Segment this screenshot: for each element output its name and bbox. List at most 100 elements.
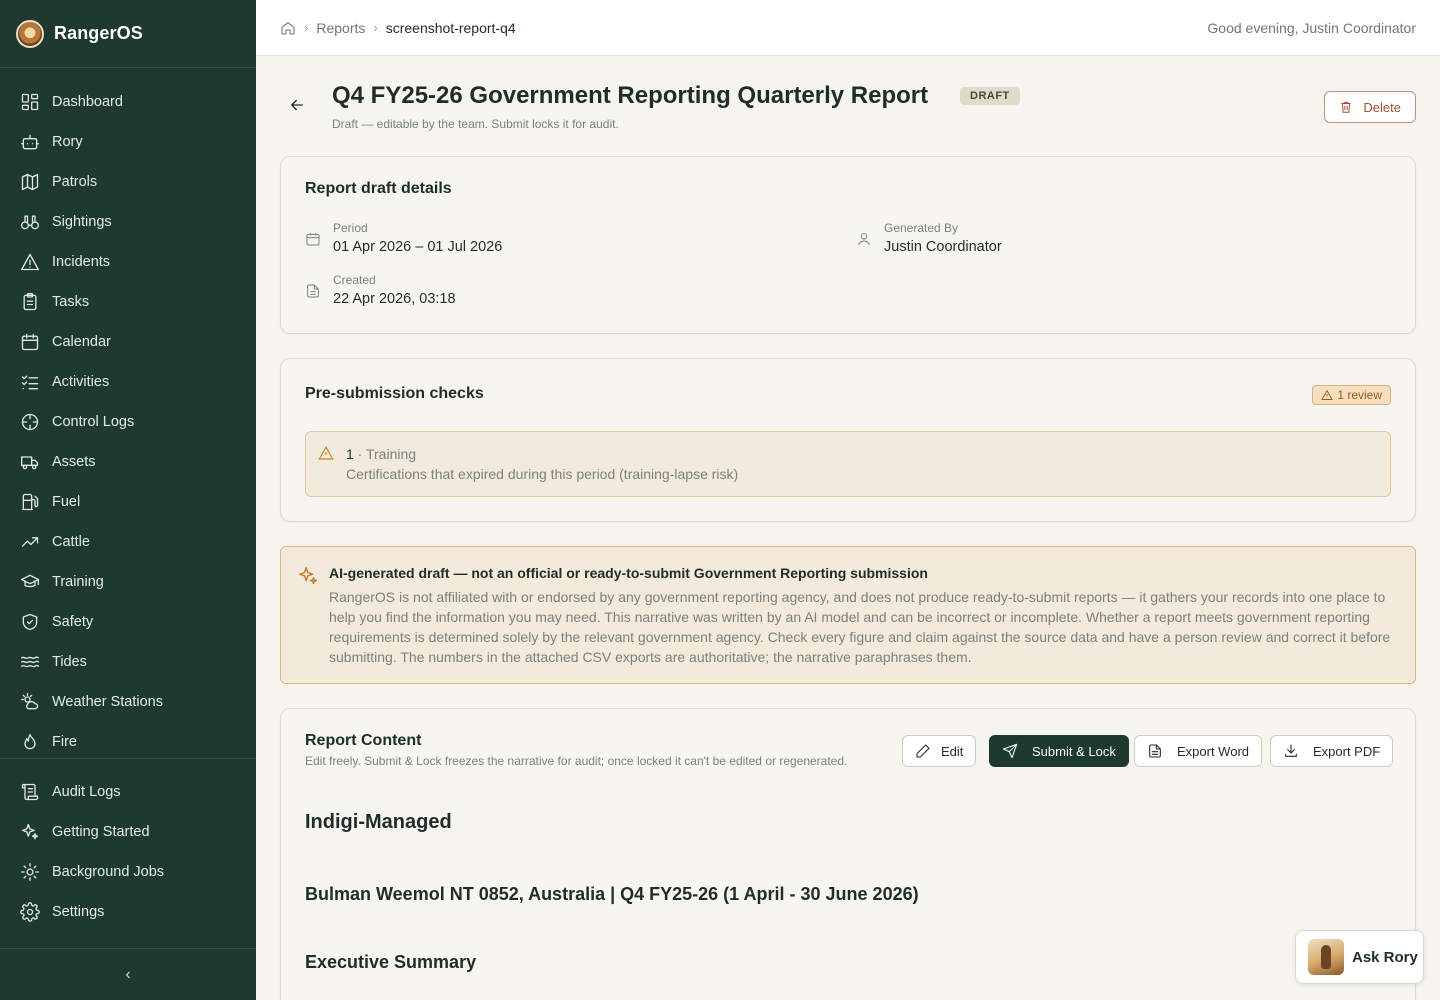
- calendar-icon: [21, 333, 39, 351]
- brand[interactable]: RangerOS: [0, 0, 256, 68]
- sidebar-item-rory[interactable]: Rory: [0, 122, 256, 162]
- ai-disclaimer-banner: AI-generated draft — not an official or …: [280, 546, 1416, 684]
- check-item-category: · Training: [353, 446, 417, 462]
- sidebar-item-label: Getting Started: [52, 824, 150, 840]
- breadcrumb: › Reports › screenshot-report-q4: [280, 20, 516, 36]
- sidebar-item-tasks[interactable]: Tasks: [0, 282, 256, 322]
- export-word-button[interactable]: Export Word: [1134, 735, 1263, 767]
- file-text-icon: [1149, 744, 1161, 758]
- period-label: Period: [333, 221, 368, 235]
- truck-icon: [21, 456, 39, 470]
- user-icon: [858, 233, 870, 246]
- created-label: Created: [333, 273, 376, 287]
- chevron-right-icon: ›: [373, 20, 378, 35]
- calendar-icon: [306, 233, 320, 246]
- content-title: Report Content: [305, 732, 422, 749]
- created-value: 22 Apr 2026, 03:18: [333, 291, 456, 307]
- home-icon[interactable]: [280, 20, 296, 36]
- sidebar-item-safety[interactable]: Safety: [0, 602, 256, 642]
- chevron-left-icon: ‹: [125, 965, 131, 983]
- sidebar-nav: Dashboard Rory Patrols Sightings Inciden…: [0, 68, 256, 762]
- sidebar-item-tides[interactable]: Tides: [0, 642, 256, 682]
- breadcrumb-current: screenshot-report-q4: [385, 19, 516, 36]
- sidebar-item-assets[interactable]: Assets: [0, 442, 256, 482]
- sidebar-item-fuel[interactable]: Fuel: [0, 482, 256, 522]
- period-field: Period 01 Apr 2026 – 01 Jul 2026: [305, 221, 502, 255]
- ai-disclaimer-body: RangerOS is not affiliated with or endor…: [329, 589, 1391, 665]
- sidebar-item-dashboard[interactable]: Dashboard: [0, 82, 256, 122]
- flame-icon: [24, 733, 36, 750]
- sidebar-collapse-button[interactable]: ‹: [0, 948, 256, 1000]
- sidebar-item-label: Weather Stations: [52, 694, 163, 710]
- page-header: Q4 FY25-26 Government Reporting Quarterl…: [280, 56, 1416, 156]
- sidebar-item-label: Training: [52, 574, 104, 590]
- waves-icon: [21, 656, 39, 668]
- sidebar-item-label: Tides: [52, 654, 87, 670]
- greeting: Good evening, Justin Coordinator: [1207, 19, 1416, 36]
- export-word-button-label: Export Word: [1177, 743, 1250, 759]
- export-pdf-button[interactable]: Export PDF: [1270, 735, 1394, 767]
- sidebar-item-fire[interactable]: Fire: [0, 722, 256, 762]
- sidebar-item-label: Fire: [52, 734, 77, 750]
- created-field: Created 22 Apr 2026, 03:18: [305, 273, 456, 307]
- sidebar-item-label: Settings: [52, 904, 105, 920]
- topbar: › Reports › screenshot-report-q4 Good ev…: [256, 0, 1440, 56]
- breadcrumb-reports[interactable]: Reports: [316, 20, 365, 36]
- scroll-icon: [21, 783, 39, 801]
- rory-avatar: [1308, 939, 1344, 975]
- sidebar-item-incidents[interactable]: Incidents: [0, 242, 256, 282]
- sidebar-item-cattle[interactable]: Cattle: [0, 522, 256, 562]
- generated-by-label: Generated By: [884, 221, 959, 235]
- main-content: Q4 FY25-26 Government Reporting Quarterl…: [256, 56, 1440, 1000]
- sidebar-item-label: Dashboard: [52, 94, 123, 110]
- ask-rory-button[interactable]: Ask Rory: [1295, 930, 1424, 984]
- page-subtitle: Draft — editable by the team. Submit loc…: [332, 117, 619, 131]
- brand-logo: [16, 19, 44, 48]
- period-value: 01 Apr 2026 – 01 Jul 2026: [333, 239, 503, 255]
- sidebar-item-control-logs[interactable]: Control Logs: [0, 402, 256, 442]
- delete-button-label: Delete: [1363, 99, 1401, 115]
- shield-check-icon: [22, 613, 38, 631]
- sidebar-item-background-jobs[interactable]: Background Jobs: [0, 852, 256, 892]
- sidebar-item-settings[interactable]: Settings: [0, 892, 256, 932]
- sidebar-item-getting-started[interactable]: Getting Started: [0, 812, 256, 852]
- fuel-icon: [21, 493, 39, 511]
- content-heading-organisation: Indigi-Managed: [305, 811, 452, 833]
- export-pdf-button-label: Export PDF: [1313, 743, 1381, 759]
- check-item-description: Certifications that expired during this …: [346, 466, 739, 482]
- sidebar-item-audit-logs[interactable]: Audit Logs: [0, 772, 256, 812]
- check-item-training[interactable]: 1 · Training Certifications that expired…: [305, 431, 1391, 497]
- sidebar-item-label: Tasks: [52, 294, 90, 310]
- file-text-icon: [307, 284, 319, 298]
- sidebar-item-patrols[interactable]: Patrols: [0, 162, 256, 202]
- sidebar-item-label: Assets: [52, 454, 96, 470]
- sidebar-item-label: Control Logs: [52, 414, 135, 430]
- submit-lock-button[interactable]: Submit & Lock: [989, 735, 1129, 767]
- alert-triangle-icon: [1321, 389, 1334, 400]
- pencil-icon: [916, 744, 930, 758]
- sidebar-item-training[interactable]: Training: [0, 562, 256, 602]
- review-count-label: 1 review: [1337, 388, 1382, 402]
- cog-icon: [21, 863, 39, 881]
- content-heading-location: Bulman Weemol NT 0852, Australia | Q4 FY…: [305, 884, 919, 904]
- sidebar-item-label: Patrols: [52, 174, 98, 190]
- delete-button[interactable]: Delete: [1324, 91, 1416, 123]
- status-badge: DRAFT: [960, 87, 1020, 105]
- sidebar-item-sightings[interactable]: Sightings: [0, 202, 256, 242]
- sidebar-item-weather-stations[interactable]: Weather Stations: [0, 682, 256, 722]
- settings-icon: [20, 902, 40, 922]
- content-heading-executive-summary: Executive Summary: [305, 952, 477, 972]
- sidebar-item-label: Safety: [52, 614, 94, 630]
- ask-rory-label: Ask Rory: [1352, 948, 1418, 966]
- download-icon: [1285, 744, 1297, 757]
- edit-button[interactable]: Edit: [902, 735, 977, 767]
- sidebar-item-label: Calendar: [52, 334, 111, 350]
- sidebar-item-activities[interactable]: Activities: [0, 362, 256, 402]
- sidebar-item-calendar[interactable]: Calendar: [0, 322, 256, 362]
- sidebar-item-label: Fuel: [52, 494, 81, 510]
- sidebar-item-label: Cattle: [52, 534, 90, 550]
- graduation-cap-icon: [21, 574, 39, 588]
- binoculars-icon: [21, 215, 39, 230]
- back-button[interactable]: [288, 96, 306, 114]
- sidebar-item-label: Activities: [52, 374, 110, 390]
